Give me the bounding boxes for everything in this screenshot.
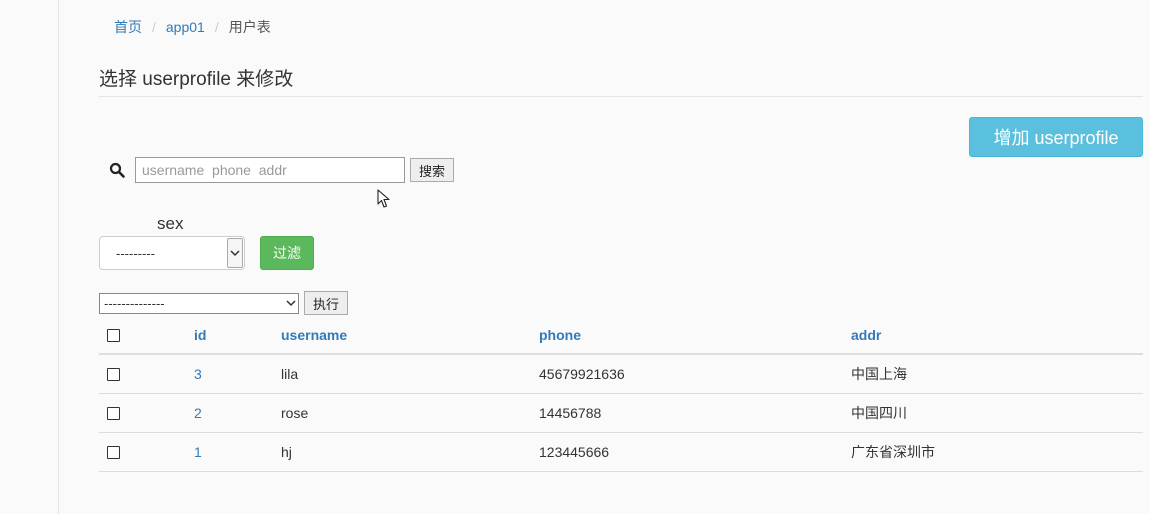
row-id-link[interactable]: 3 xyxy=(194,355,202,393)
breadcrumb-app[interactable]: app01 xyxy=(166,19,205,35)
row-checkbox-cell xyxy=(107,355,120,393)
breadcrumb-separator: / xyxy=(214,19,219,35)
row-addr: 中国四川 xyxy=(851,405,907,421)
title-divider xyxy=(99,96,1143,97)
sidebar-edge xyxy=(0,0,59,514)
row-checkbox[interactable] xyxy=(107,445,120,459)
table-row: 3 lila 45679921636 中国上海 xyxy=(99,355,1143,394)
breadcrumb-separator: / xyxy=(152,19,156,35)
search-input[interactable] xyxy=(135,157,405,183)
row-id-link[interactable]: 2 xyxy=(194,394,202,432)
select-all-cell xyxy=(107,317,120,353)
sex-filter-value: --------- xyxy=(116,245,155,261)
execute-action-button[interactable]: 执行 xyxy=(304,291,349,315)
breadcrumb-current: 用户表 xyxy=(228,19,271,35)
row-addr: 广东省深圳市 xyxy=(851,444,935,460)
column-header-phone[interactable]: phone xyxy=(539,317,581,353)
row-checkbox-cell xyxy=(107,433,120,471)
search-bar: 搜索 xyxy=(109,157,455,183)
select-all-checkbox[interactable] xyxy=(107,328,120,342)
breadcrumb: 首页 / app01 / 用户表 xyxy=(114,18,271,36)
row-username: lila xyxy=(281,366,299,382)
row-phone: 14456788 xyxy=(539,405,602,421)
action-bar: -------------- 执行 xyxy=(99,291,349,315)
row-addr: 中国上海 xyxy=(851,366,907,382)
row-username: rose xyxy=(281,405,309,421)
filter-label-sex: sex xyxy=(157,214,184,233)
table-row: 2 rose 14456788 中国四川 xyxy=(99,394,1143,433)
row-username: hj xyxy=(281,444,292,460)
row-phone: 123445666 xyxy=(539,444,610,460)
column-header-id[interactable]: id xyxy=(194,317,206,353)
search-button[interactable]: 搜索 xyxy=(410,158,455,182)
mouse-pointer-icon xyxy=(377,189,390,208)
table-row: 1 hj 123445666 广东省深圳市 xyxy=(99,433,1143,472)
add-userprofile-button[interactable]: 增加 userprofile xyxy=(969,117,1143,157)
results-table: id username phone addr 3 lila 4567992163… xyxy=(99,317,1143,472)
search-icon xyxy=(109,162,125,178)
column-header-username[interactable]: username xyxy=(281,317,347,353)
action-select[interactable]: -------------- xyxy=(99,292,299,314)
chevron-down-icon xyxy=(227,238,243,268)
row-phone: 45679921636 xyxy=(539,366,625,382)
breadcrumb-home[interactable]: 首页 xyxy=(114,17,142,37)
row-id-link[interactable]: 1 xyxy=(194,433,202,471)
main-content: 首页 / app01 / 用户表 选择 userprofile 来修改 增加 u… xyxy=(99,0,1143,514)
chevron-down-icon xyxy=(284,299,298,307)
filter-button[interactable]: 过滤 xyxy=(260,236,314,270)
row-checkbox[interactable] xyxy=(107,367,120,381)
row-checkbox[interactable] xyxy=(107,406,120,420)
row-checkbox-cell xyxy=(107,394,120,432)
column-header-addr[interactable]: addr xyxy=(851,317,881,353)
page-title: 选择 userprofile 来修改 xyxy=(99,69,294,90)
sex-filter-select[interactable]: --------- xyxy=(99,236,245,270)
table-header-row: id username phone addr xyxy=(99,317,1143,355)
action-select-value: -------------- xyxy=(104,295,165,311)
